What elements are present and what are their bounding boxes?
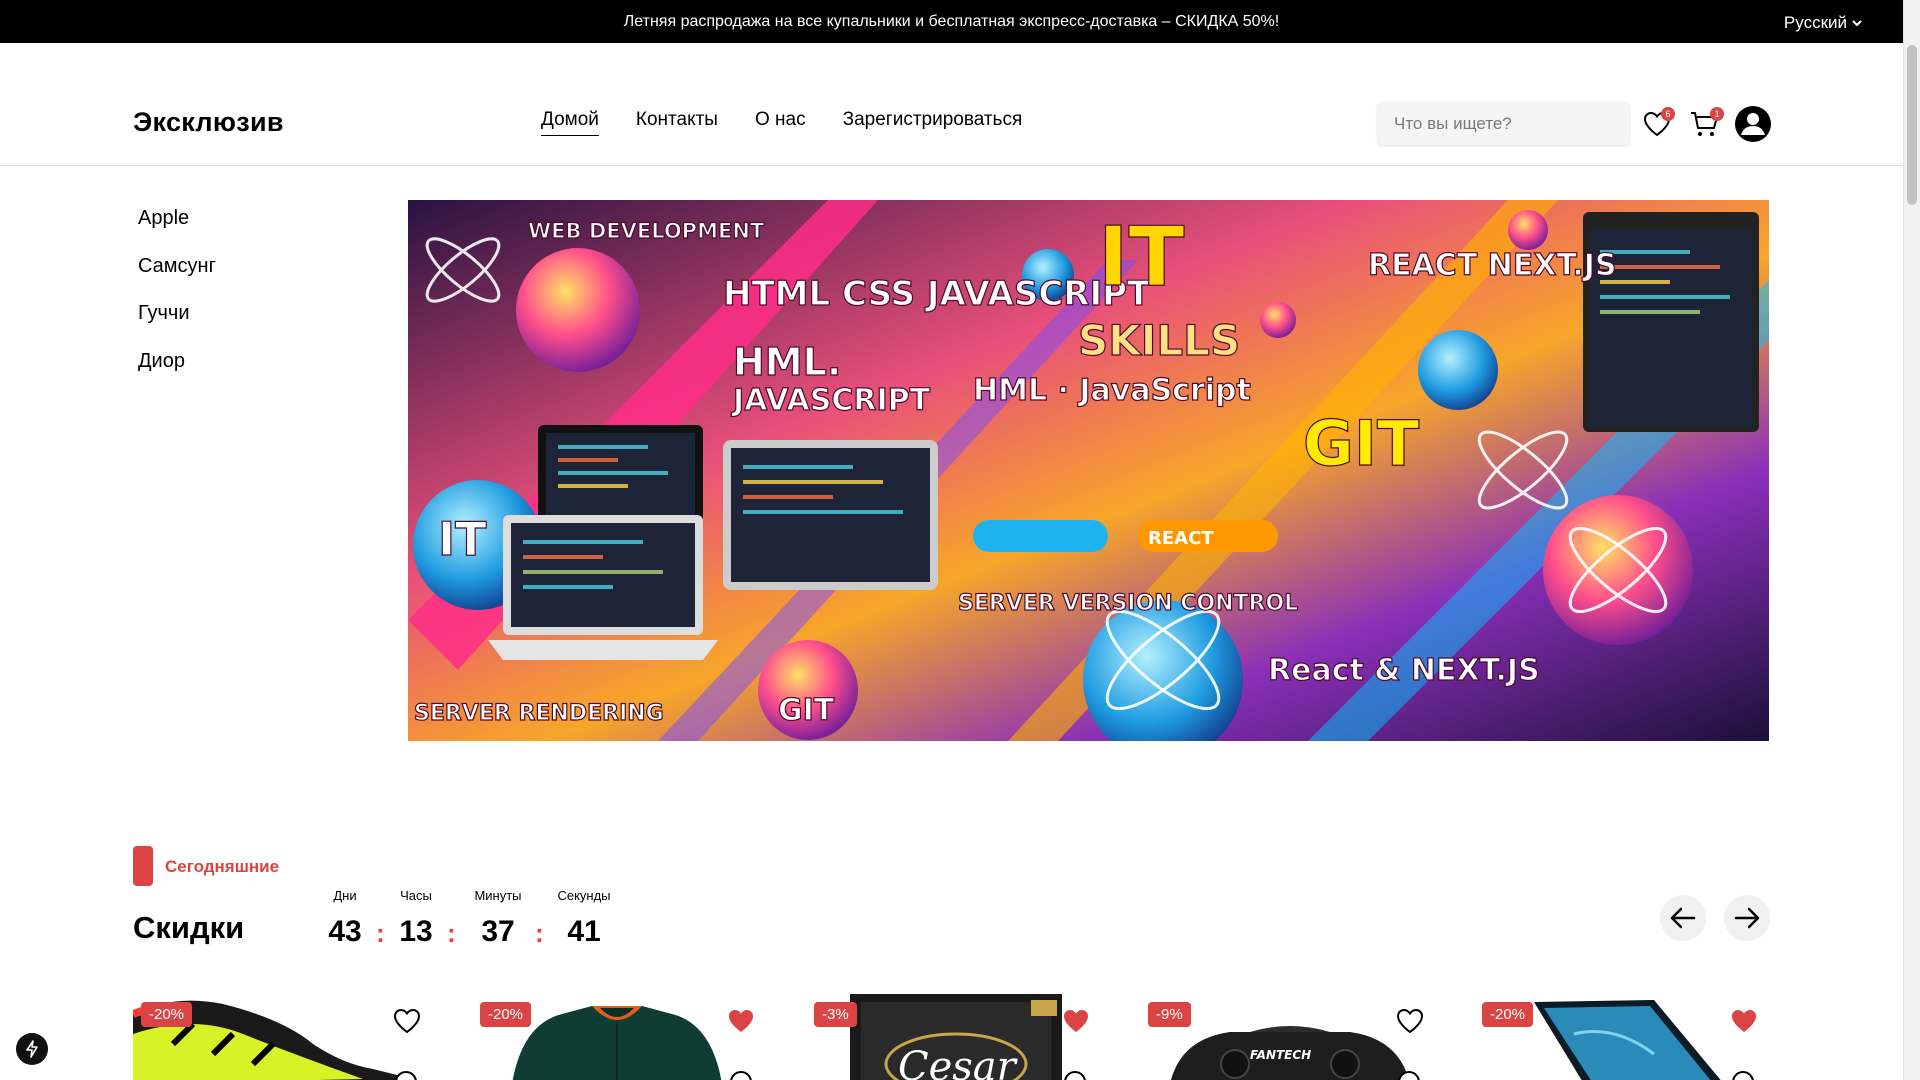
timer-days-value: 43	[328, 915, 362, 948]
search-input[interactable]	[1378, 102, 1629, 145]
search-box	[1378, 102, 1629, 145]
timer-hours: Часы 13	[396, 888, 436, 949]
discount-badge: -9%	[1148, 1002, 1191, 1027]
section-label: Сегодняшние	[165, 857, 280, 876]
sidebar-item-apple[interactable]: Apple	[138, 207, 216, 255]
user-avatar-icon	[1735, 106, 1771, 142]
language-label: Русский	[1783, 13, 1847, 32]
timer-seconds-label: Секунды	[557, 888, 611, 903]
product-card[interactable]: -20%	[133, 994, 433, 1080]
nav-signup[interactable]: Зарегистрироваться	[843, 109, 1023, 136]
section-marker	[133, 846, 153, 886]
wishlist-toggle[interactable]	[393, 1008, 421, 1039]
chevron-down-icon	[1852, 20, 1862, 27]
nav-about[interactable]: О нас	[755, 109, 806, 136]
hero-banner[interactable]: WEB DEVELOPMENT HTML CSS JAVASCRIPT IT S…	[408, 200, 1769, 741]
top-promo-bar: Летняя распродажа на все купальники и бе…	[0, 0, 1903, 43]
cart-button[interactable]: 1	[1690, 107, 1724, 143]
banner-text-hml: HML.	[733, 340, 841, 384]
language-selector[interactable]: Русский	[1784, 13, 1863, 33]
promo-text: Летняя распродажа на все купальники и бе…	[623, 13, 1280, 30]
wishlist-toggle[interactable]	[1062, 1008, 1090, 1039]
sidebar-item-gucci[interactable]: Гуччи	[138, 302, 216, 350]
wishlist-toggle[interactable]	[1396, 1008, 1424, 1039]
lightning-icon	[26, 1040, 38, 1058]
heart-outline-icon	[1396, 1008, 1424, 1034]
nav-contacts[interactable]: Контакты	[636, 109, 718, 136]
main-nav: Домой Контакты О нас Зарегистрироваться	[541, 109, 1022, 136]
discount-badge: -20%	[480, 1002, 532, 1027]
account-button[interactable]	[1734, 105, 1772, 148]
product-card[interactable]: FANTECH -9%	[1140, 994, 1440, 1080]
section-title: Скидки	[133, 910, 245, 945]
banner-text-git-orb: GIT	[778, 693, 835, 728]
product-card[interactable]: -20%	[472, 994, 772, 1080]
category-sidebar: Apple Самсунг Гуччи Диор	[138, 207, 216, 397]
wishlist-button[interactable]: 6	[1643, 107, 1675, 142]
banner-text-server-render: SERVER RENDERING	[414, 701, 664, 726]
timer-hours-label: Часы	[400, 888, 432, 903]
discount-badge: -20%	[141, 1002, 193, 1027]
timer-minutes-label: Минуты	[474, 888, 522, 903]
banner-text-git: GIT	[1303, 407, 1419, 480]
timer-minutes: Минуты 37	[468, 888, 528, 949]
scrollbar-thumb[interactable]	[1907, 45, 1917, 205]
discount-badge: -20%	[1482, 1002, 1534, 1027]
timer-hours-value: 13	[399, 915, 433, 948]
discount-badge: -3%	[814, 1002, 857, 1027]
banner-text-skills: SKILLS	[1078, 316, 1240, 365]
timer-days: Дни 43	[326, 888, 364, 949]
banner-text-js: JAVASCRIPT	[731, 383, 931, 418]
wishlist-count-badge: 6	[1661, 107, 1675, 121]
nav-home[interactable]: Домой	[541, 109, 599, 136]
timer-seconds: Секунды 41	[554, 888, 614, 949]
next-arrow-button[interactable]	[1724, 895, 1770, 941]
timer-separator: :	[535, 918, 544, 948]
banner-text-server-vc: SERVER VERSION CONTROL	[958, 591, 1298, 616]
cart-count-badge: 1	[1710, 107, 1724, 121]
heart-outline-icon	[393, 1008, 421, 1034]
arrow-left-icon	[1670, 907, 1696, 929]
wishlist-toggle[interactable]	[1730, 1008, 1758, 1039]
wishlist-toggle[interactable]	[727, 1008, 755, 1039]
dev-tools-button[interactable]	[16, 1033, 48, 1065]
timer-days-label: Дни	[333, 888, 357, 903]
timer-separator: :	[447, 918, 456, 948]
timer-minutes-value: 37	[481, 915, 515, 948]
site-header: Эксклюзив Домой Контакты О нас Зарегистр…	[0, 43, 1903, 166]
product-brand-label: Cesar	[898, 1044, 1016, 1080]
page-scrollbar[interactable]	[1903, 0, 1920, 1080]
banner-text-hml-js: HML · JavaScript	[973, 373, 1251, 408]
heart-filled-icon	[729, 1010, 753, 1032]
heart-filled-icon	[1732, 1010, 1756, 1032]
sidebar-item-samsung[interactable]: Самсунг	[138, 255, 216, 303]
product-brand-label: FANTECH	[1250, 1048, 1312, 1062]
timer-seconds-value: 41	[567, 915, 601, 948]
banner-text-react-pill: REACT	[1148, 528, 1214, 549]
banner-text-it: IT	[1098, 210, 1185, 305]
banner-text-webdev: WEB DEVELOPMENT	[528, 219, 765, 243]
banner-illustration: WEB DEVELOPMENT HTML CSS JAVASCRIPT IT S…	[408, 200, 1769, 741]
prev-arrow-button[interactable]	[1660, 895, 1706, 941]
banner-text-react-next: React & NEXT.JS	[1268, 653, 1540, 688]
product-card[interactable]: Cesar -3%	[806, 994, 1106, 1080]
heart-filled-icon	[1064, 1010, 1088, 1032]
banner-text-it-orb: IT	[438, 512, 487, 566]
banner-text-html: HTML CSS JAVASCRIPT	[723, 274, 1151, 314]
banner-text-react: REACT NEXT.JS	[1368, 248, 1617, 283]
timer-separator: :	[376, 918, 385, 948]
arrow-right-icon	[1734, 907, 1760, 929]
site-logo[interactable]: Эксклюзив	[133, 107, 284, 138]
sidebar-item-dior[interactable]: Диор	[138, 350, 216, 398]
product-card[interactable]: -20%	[1474, 994, 1774, 1080]
